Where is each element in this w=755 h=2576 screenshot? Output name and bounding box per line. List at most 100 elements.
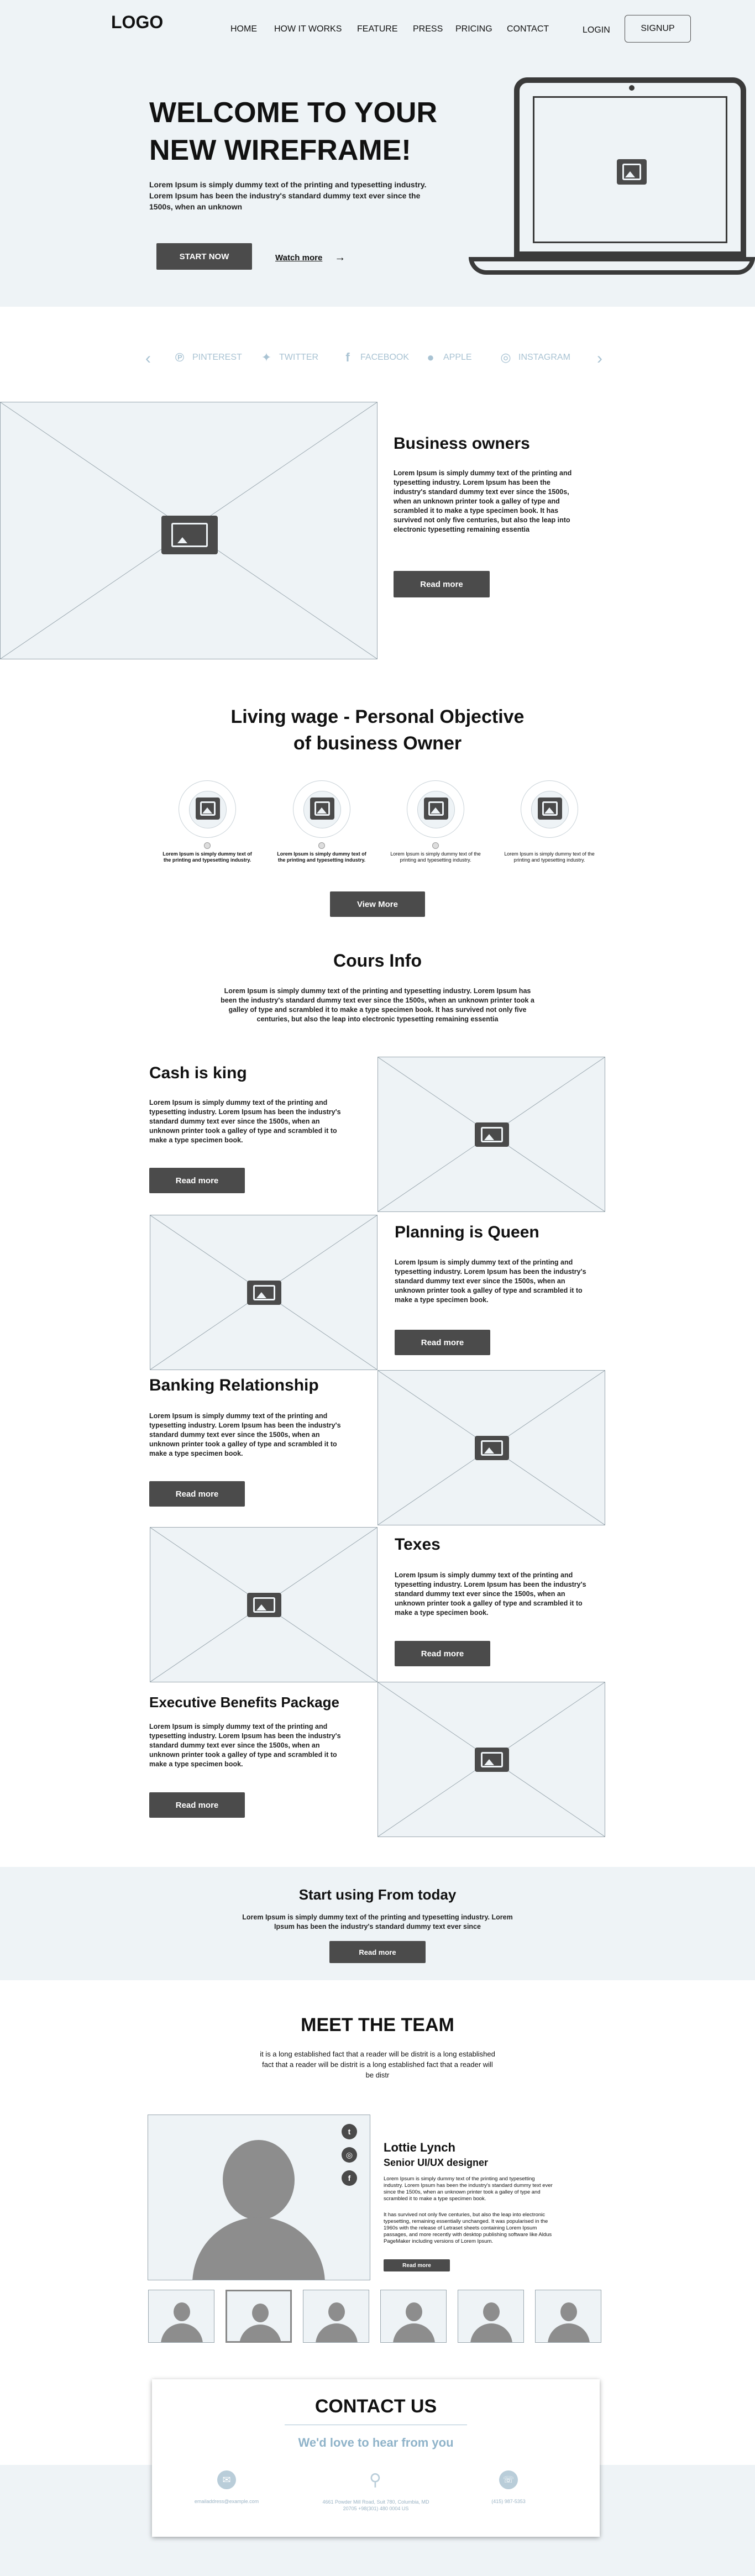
avatar-body: [192, 2217, 325, 2280]
nav-contact[interactable]: CONTACT: [507, 24, 549, 34]
dot-icon: [204, 842, 211, 849]
nav-home[interactable]: HOME: [230, 24, 257, 34]
login-link[interactable]: LOGIN: [583, 25, 610, 35]
team-thumb-5[interactable]: [458, 2290, 524, 2343]
cta-title: Start using From today: [298, 1886, 457, 1903]
logo[interactable]: LOGO: [111, 12, 163, 33]
avatar: [223, 2140, 295, 2220]
circle-image: [179, 780, 236, 838]
dot-icon: [432, 842, 439, 849]
hero-description: Lorem Ipsum is simply dummy text of the …: [149, 180, 427, 211]
living-text-1: Lorem Ipsum is simply dummy text of the …: [162, 851, 252, 863]
business-image-placeholder: [0, 402, 378, 659]
feature-title-4: Texes: [395, 1535, 441, 1554]
nav-pricing[interactable]: PRICING: [455, 24, 492, 34]
team-thumb-1[interactable]: [148, 2290, 214, 2343]
team-read-more-button[interactable]: Read more: [384, 2259, 450, 2271]
living-text-3: Lorem Ipsum is simply dummy text of the …: [390, 851, 481, 863]
feature-desc-2: Lorem Ipsum is simply dummy text of the …: [395, 1258, 586, 1304]
twitter-icon[interactable]: t: [342, 2124, 357, 2139]
feature-read-more-3[interactable]: Read more: [149, 1481, 245, 1507]
cours-description: Lorem Ipsum is simply dummy text of the …: [221, 987, 534, 1023]
social-apple[interactable]: ● APPLE: [422, 349, 472, 366]
social-label: TWITTER: [279, 353, 319, 362]
team-thumb-6[interactable]: [535, 2290, 601, 2343]
business-description: Lorem Ipsum is simply dummy text of the …: [394, 469, 572, 533]
image-icon: [475, 1748, 509, 1772]
contact-subtitle: We'd love to hear from you: [298, 2436, 454, 2449]
living-title-line1: Living wage - Personal Objective: [230, 706, 525, 727]
image-icon: [424, 798, 448, 820]
feature-read-more-1[interactable]: Read more: [149, 1168, 245, 1193]
feature-desc-3: Lorem Ipsum is simply dummy text of the …: [149, 1412, 341, 1457]
arrow-right-icon: →: [334, 251, 346, 264]
feature-image-3: [378, 1370, 605, 1525]
social-pinterest[interactable]: ℗ PINTEREST: [171, 349, 242, 366]
feature-title-2: Planning is Queen: [395, 1223, 539, 1241]
cours-title: Cours Info: [333, 951, 422, 970]
feature-desc-5: Lorem Ipsum is simply dummy text of the …: [149, 1723, 341, 1768]
carousel-prev-icon[interactable]: ‹: [145, 349, 151, 368]
instagram-icon: ◎: [500, 350, 511, 364]
business-read-more-button[interactable]: Read more: [394, 571, 490, 597]
twitter-icon: ✦: [261, 350, 272, 364]
feature-title-1: Cash is king: [149, 1064, 247, 1082]
feature-desc-4: Lorem Ipsum is simply dummy text of the …: [395, 1571, 586, 1617]
team-thumb-2[interactable]: [226, 2290, 292, 2343]
feature-image-4: [150, 1527, 378, 1682]
social-label: APPLE: [443, 353, 472, 362]
feature-read-more-5[interactable]: Read more: [149, 1792, 245, 1818]
nav-feature[interactable]: FEATURE: [357, 24, 397, 34]
image-icon: [475, 1122, 509, 1147]
image-icon: [475, 1436, 509, 1460]
start-now-button[interactable]: START NOW: [156, 243, 252, 270]
feature-read-more-2[interactable]: Read more: [395, 1330, 490, 1355]
nav-press[interactable]: PRESS: [413, 24, 443, 34]
team-member-role: Senior UI/UX designer: [384, 2157, 489, 2168]
team-thumb-4[interactable]: [380, 2290, 447, 2343]
contact-email[interactable]: emailaddress@example.com: [163, 2499, 290, 2504]
laptop-camera: [629, 85, 635, 91]
hero-title-line1: WELCOME TO YOUR: [149, 97, 437, 129]
team-title: MEET THE TEAM: [301, 2014, 454, 2035]
contact-card: CONTACT US We'd love to hear from you ✉ …: [152, 2379, 600, 2537]
social-carousel: ‹ ℗ PINTEREST ✦ TWITTER f FACEBOOK ● APPLE ◎…: [0, 343, 755, 381]
feature-image-2: [150, 1215, 378, 1370]
image-icon: [538, 798, 562, 820]
feature-image-5: [378, 1682, 605, 1837]
phone-icon: ☏: [499, 2470, 518, 2489]
image-icon: [617, 159, 647, 185]
nav-how-it-works[interactable]: HOW IT WORKS: [274, 24, 342, 34]
contact-title: CONTACT US: [314, 2396, 437, 2417]
social-twitter[interactable]: ✦ TWITTER: [258, 349, 318, 366]
watch-more-link[interactable]: Watch more →: [275, 251, 345, 264]
social-facebook[interactable]: f FACEBOOK: [339, 349, 409, 366]
location-icon: ⚲: [369, 2470, 381, 2489]
image-icon: [247, 1281, 281, 1305]
view-more-button[interactable]: View More: [330, 891, 425, 917]
business-title: Business owners: [394, 434, 530, 453]
feature-title-3: Banking Relationship: [149, 1376, 319, 1394]
contact-phone[interactable]: (415) 987-5353: [462, 2499, 555, 2504]
carousel-next-icon[interactable]: ›: [597, 349, 602, 368]
circle-image: [521, 780, 578, 838]
watch-more-label: Watch more: [275, 253, 323, 263]
feature-read-more-4[interactable]: Read more: [395, 1641, 490, 1666]
facebook-icon: f: [345, 350, 350, 364]
team-thumb-3[interactable]: [303, 2290, 369, 2343]
social-label: FACEBOOK: [360, 353, 410, 362]
pinterest-icon: ℗: [175, 350, 185, 364]
laptop-illustration: [469, 77, 755, 282]
signup-button[interactable]: SIGNUP: [625, 15, 691, 43]
circle-image: [293, 780, 350, 838]
living-text-2: Lorem Ipsum is simply dummy text of the …: [277, 851, 366, 863]
cta-read-more-button[interactable]: Read more: [329, 1941, 426, 1963]
mail-icon: ✉: [217, 2470, 236, 2489]
social-instagram[interactable]: ◎ INSTAGRAM: [497, 349, 570, 366]
cta-description: Lorem Ipsum is simply dummy text of the …: [242, 1913, 513, 1930]
team-member-name: Lottie Lynch: [384, 2140, 455, 2154]
instagram-icon[interactable]: ◎: [342, 2147, 357, 2163]
image-icon: [247, 1593, 281, 1617]
apple-icon: ●: [427, 350, 434, 364]
facebook-icon[interactable]: f: [342, 2170, 357, 2186]
